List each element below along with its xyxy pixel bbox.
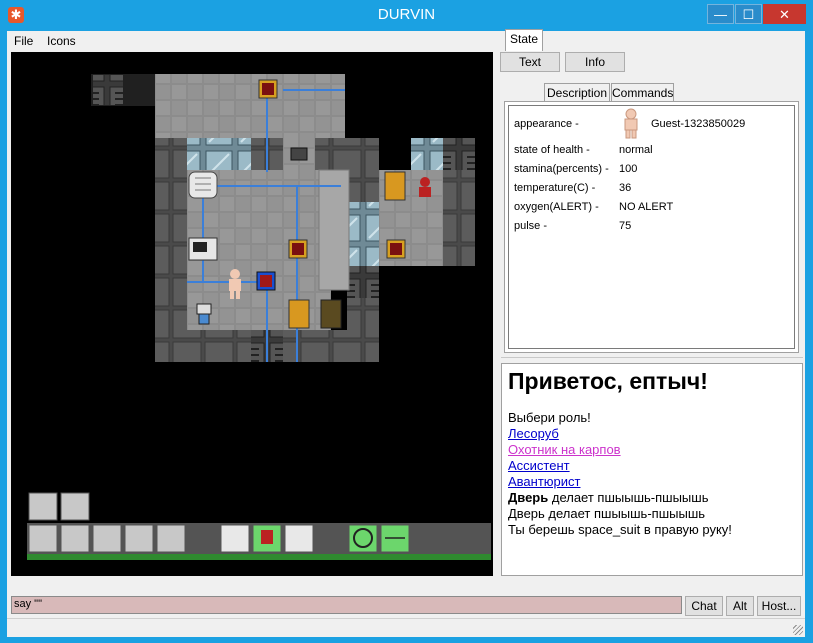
command-input[interactable]: say "" [11,596,682,614]
mask-slot[interactable] [60,492,90,521]
generator-icon [188,171,218,199]
state-value: NO ALERT [619,201,674,213]
state-value: Guest-1323850029 [651,118,746,130]
chat-greeting: Приветос, ептыч! [508,368,708,394]
chat-text: делает пшыышь-пшыышь [548,490,709,505]
host-button[interactable]: Host... [757,596,801,616]
chat-line: Ты берешь space_suit в правую руку! [508,522,732,537]
state-value: normal [619,144,653,156]
robot-icon [196,303,212,325]
chat-line: Дверь делает пшыышь-пшыышь [508,506,706,521]
resize-grip-icon[interactable] [793,625,803,635]
space-suit-icon [419,177,431,197]
state-label: temperature(C) - [514,182,596,194]
title-bar: ✱ DURVIN — ☐ ✕ [0,0,813,30]
ears-slot[interactable] [60,524,90,553]
role-link-carp-hunter[interactable]: Охотник на карпов [508,442,621,457]
state-value: 75 [619,220,632,232]
chat-button[interactable]: Chat [685,596,723,616]
belt-slot[interactable] [92,524,122,553]
map-canvas[interactable] [11,52,493,576]
text-button[interactable]: Text [500,52,560,72]
menu-file-label: File [14,34,34,48]
state-panel: appearance - Guest-1323850029 state of h… [504,101,799,353]
suit-slot[interactable] [156,524,186,553]
chat-log[interactable]: Приветос, ептыч! Выбери роль! Лесоруб Ох… [501,363,803,576]
pull-slot[interactable] [284,524,314,553]
vent-icon [258,79,278,99]
state-label: pulse - [514,220,548,232]
left-hand-slot[interactable] [220,524,250,553]
alt-button[interactable]: Alt [726,596,754,616]
minimize-button[interactable]: — [707,4,734,24]
info-button[interactable]: Info [565,52,625,72]
menu-icons-label: Icons [47,34,76,48]
close-button[interactable]: ✕ [763,4,806,24]
appearance-icon [624,108,638,139]
wall-tile [93,75,123,105]
gloves-slot[interactable] [28,524,58,553]
role-link-adventurer[interactable]: Авантюрист [508,474,581,489]
window-title: DURVIN [377,6,436,23]
chat-speaker: Дверь [508,490,549,505]
role-link-lumberjack[interactable]: Лесоруб [508,426,559,441]
state-value: 100 [619,163,638,175]
maximize-button[interactable]: ☐ [735,4,762,24]
uniform-slot[interactable] [124,524,154,553]
menu-file[interactable]: File [14,34,33,48]
tab-description[interactable]: Description [544,83,610,103]
menu-bar: File Icons [7,31,805,50]
role-link-assistant[interactable]: Ассистент [508,458,570,473]
chat-line: Выбери роль! [508,410,591,425]
state-label: oxygen(ALERT) - [514,201,599,213]
status-bar [7,618,805,637]
hotbar [27,492,491,560]
hat-slot[interactable] [28,492,58,521]
tab-state[interactable]: State [505,29,543,51]
state-value: 36 [619,182,632,194]
client-area: File Icons Text Info State Description C… [7,29,805,637]
game-map[interactable] [11,52,493,576]
console-icon [188,237,218,261]
state-label: stamina(percents) - [514,163,609,175]
state-list: appearance - Guest-1323850029 state of h… [508,105,795,349]
tab-commands[interactable]: Commands [611,83,674,103]
chat-line: Дверь делает пшыышь-пшыышь [508,490,708,505]
state-label: appearance - [514,118,579,130]
state-label: state of health - [514,144,590,156]
menu-icons[interactable]: Icons [47,34,76,48]
